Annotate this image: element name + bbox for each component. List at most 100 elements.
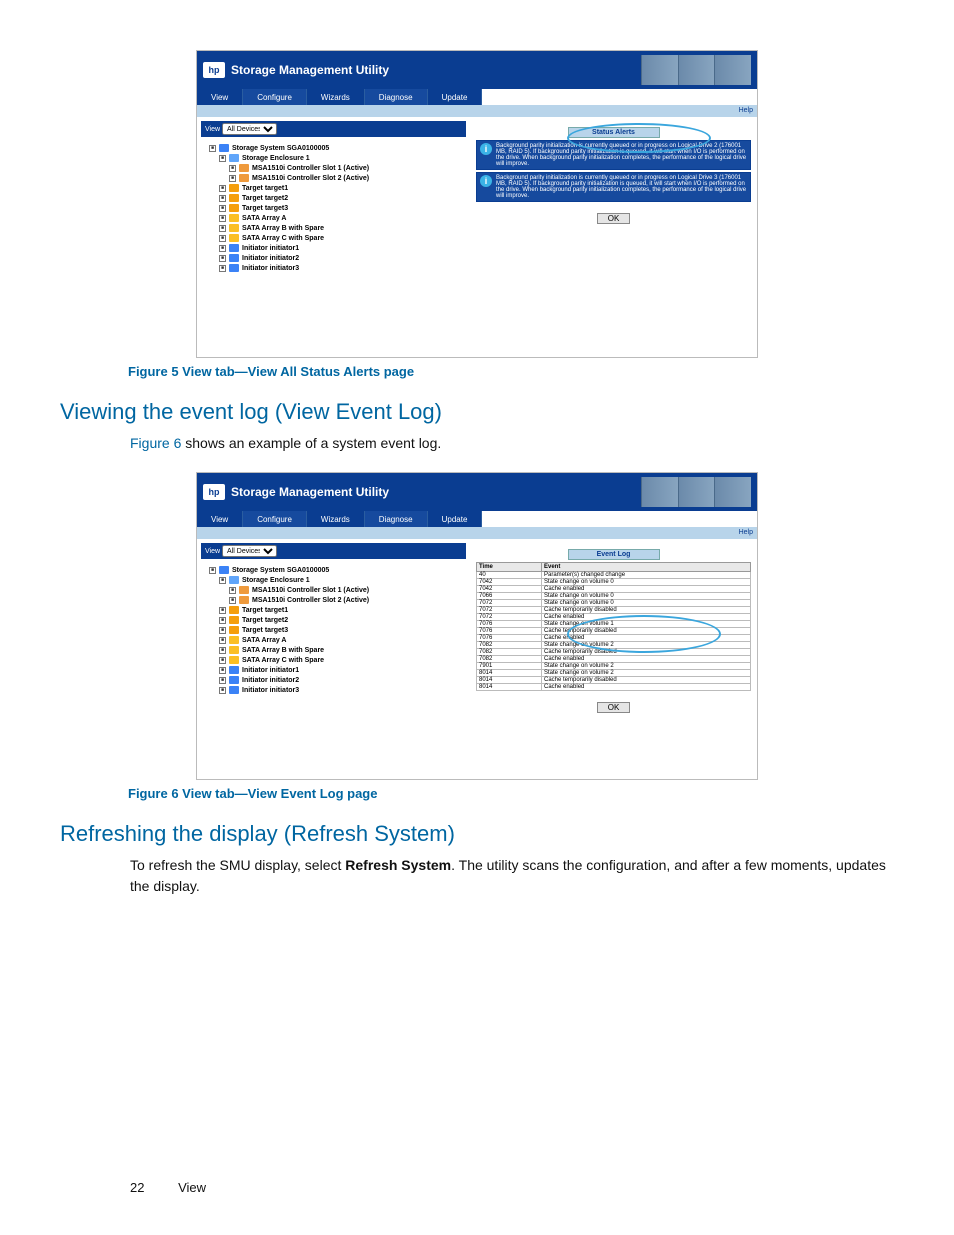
expand-icon[interactable]: ■: [219, 245, 226, 252]
smu-header: hp Storage Management Utility: [197, 473, 757, 511]
tree-item[interactable]: ■SATA Array B with Spare: [201, 645, 466, 655]
expand-icon[interactable]: ■: [219, 647, 226, 654]
expand-icon[interactable]: ■: [219, 155, 226, 162]
expand-icon[interactable]: ■: [229, 587, 236, 594]
expand-icon[interactable]: ■: [219, 667, 226, 674]
tree-item[interactable]: ■SATA Array A: [201, 635, 466, 645]
ok-button[interactable]: OK: [597, 213, 631, 224]
tree-label: Target target2: [242, 617, 288, 624]
status-alert: i Background parity initialization is cu…: [476, 140, 751, 170]
tree-item[interactable]: ■Initiator initiator3: [201, 263, 466, 273]
tab-diagnose[interactable]: Diagnose: [365, 511, 428, 527]
device-icon: [229, 666, 239, 674]
expand-icon[interactable]: ■: [219, 617, 226, 624]
expand-icon[interactable]: ■: [219, 265, 226, 272]
expand-icon[interactable]: ■: [219, 255, 226, 262]
tree-item[interactable]: ■Initiator initiator1: [201, 665, 466, 675]
expand-icon[interactable]: ■: [209, 567, 216, 574]
tree-item[interactable]: ■Storage Enclosure 1: [201, 575, 466, 585]
ok-button[interactable]: OK: [597, 702, 631, 713]
cell-event: State change on volume 0: [542, 593, 751, 600]
tree-item[interactable]: ■SATA Array C with Spare: [201, 655, 466, 665]
table-row: 7082Cache temporarily disabled: [477, 649, 751, 656]
expand-icon[interactable]: ■: [219, 677, 226, 684]
expand-icon[interactable]: ■: [219, 627, 226, 634]
device-icon: [229, 194, 239, 202]
tree-label: Target target1: [242, 185, 288, 192]
expand-icon[interactable]: ■: [219, 637, 226, 644]
device-icon: [229, 254, 239, 262]
expand-icon[interactable]: ■: [219, 235, 226, 242]
view-dropdown-bar: View All Devices: [201, 121, 466, 137]
tree-item[interactable]: ■SATA Array C with Spare: [201, 233, 466, 243]
expand-icon[interactable]: ■: [219, 195, 226, 202]
tree-item[interactable]: ■ Storage System SGA0100005: [201, 143, 466, 153]
tree-item[interactable]: ■Initiator initiator2: [201, 675, 466, 685]
tab-wizards[interactable]: Wizards: [307, 89, 365, 105]
figure6-caption: Figure 6 View tab—View Event Log page: [128, 786, 894, 801]
expand-icon[interactable]: ■: [229, 175, 236, 182]
tree-label: MSA1510i Controller Slot 1 (Active): [252, 587, 369, 594]
expand-icon[interactable]: ■: [219, 225, 226, 232]
tab-wizards[interactable]: Wizards: [307, 511, 365, 527]
tree-item[interactable]: ■Storage Enclosure 1: [201, 153, 466, 163]
cell-time: 7082: [477, 649, 542, 656]
expand-icon[interactable]: ■: [219, 185, 226, 192]
tree-item[interactable]: ■MSA1510i Controller Slot 2 (Active): [201, 595, 466, 605]
expand-icon[interactable]: ■: [209, 145, 216, 152]
expand-icon[interactable]: ■: [219, 687, 226, 694]
tree-label: Storage System SGA0100005: [232, 145, 329, 152]
tree-item[interactable]: ■Target target3: [201, 203, 466, 213]
tab-view[interactable]: View: [197, 89, 243, 105]
cell-time: 7076: [477, 621, 542, 628]
view-select[interactable]: All Devices: [222, 123, 277, 135]
expand-icon[interactable]: ■: [229, 165, 236, 172]
tree-item[interactable]: ■Initiator initiator3: [201, 685, 466, 695]
tree-item[interactable]: ■ Target target2: [201, 615, 466, 625]
tree-item[interactable]: ■ Storage System SGA0100005: [201, 565, 466, 575]
tab-view[interactable]: View: [197, 511, 243, 527]
tree-item[interactable]: ■SATA Array A: [201, 213, 466, 223]
expand-icon[interactable]: ■: [229, 597, 236, 604]
expand-icon[interactable]: ■: [219, 205, 226, 212]
help-link[interactable]: Help: [197, 527, 757, 539]
cell-time: 7072: [477, 600, 542, 607]
tree-item[interactable]: ■Target target1: [201, 605, 466, 615]
tab-update[interactable]: Update: [428, 511, 483, 527]
tab-configure[interactable]: Configure: [243, 511, 307, 527]
tree-item[interactable]: ■Initiator initiator2: [201, 253, 466, 263]
tab-diagnose[interactable]: Diagnose: [365, 89, 428, 105]
tab-configure[interactable]: Configure: [243, 89, 307, 105]
cell-time: 7901: [477, 663, 542, 670]
figure6-link[interactable]: Figure 6: [130, 435, 181, 451]
device-icon: [229, 656, 239, 664]
device-icon: [229, 626, 239, 634]
tree-label: Storage System SGA0100005: [232, 567, 329, 574]
tree-item[interactable]: ■Initiator initiator1: [201, 243, 466, 253]
view-label: View: [205, 126, 220, 133]
table-row: 7066State change on volume 0: [477, 593, 751, 600]
expand-icon[interactable]: ■: [219, 215, 226, 222]
table-row: 7042State change on volume 0: [477, 579, 751, 586]
tree-item[interactable]: ■ MSA1510i Controller Slot 1 (Active): [201, 585, 466, 595]
cell-event: Cache enabled: [542, 684, 751, 691]
tab-update[interactable]: Update: [428, 89, 483, 105]
device-icon: [229, 264, 239, 272]
cell-time: 7066: [477, 593, 542, 600]
expand-icon[interactable]: ■: [219, 607, 226, 614]
cell-time: 8014: [477, 677, 542, 684]
cell-event: Cache temporarily disabled: [542, 607, 751, 614]
cell-event: State change on volume 1: [542, 621, 751, 628]
app-title: Storage Management Utility: [231, 63, 389, 77]
tree-item[interactable]: ■Target target3: [201, 625, 466, 635]
view-select[interactable]: All Devices: [222, 545, 277, 557]
help-link[interactable]: Help: [197, 105, 757, 117]
expand-icon[interactable]: ■: [219, 657, 226, 664]
tree-item[interactable]: ■MSA1510i Controller Slot 1 (Active): [201, 163, 466, 173]
tree-item[interactable]: ■SATA Array B with Spare: [201, 223, 466, 233]
col-event: Event: [542, 563, 751, 572]
expand-icon[interactable]: ■: [219, 577, 226, 584]
tree-item[interactable]: ■MSA1510i Controller Slot 2 (Active): [201, 173, 466, 183]
tree-item[interactable]: ■ Target target1: [201, 183, 466, 193]
tree-item[interactable]: ■Target target2: [201, 193, 466, 203]
